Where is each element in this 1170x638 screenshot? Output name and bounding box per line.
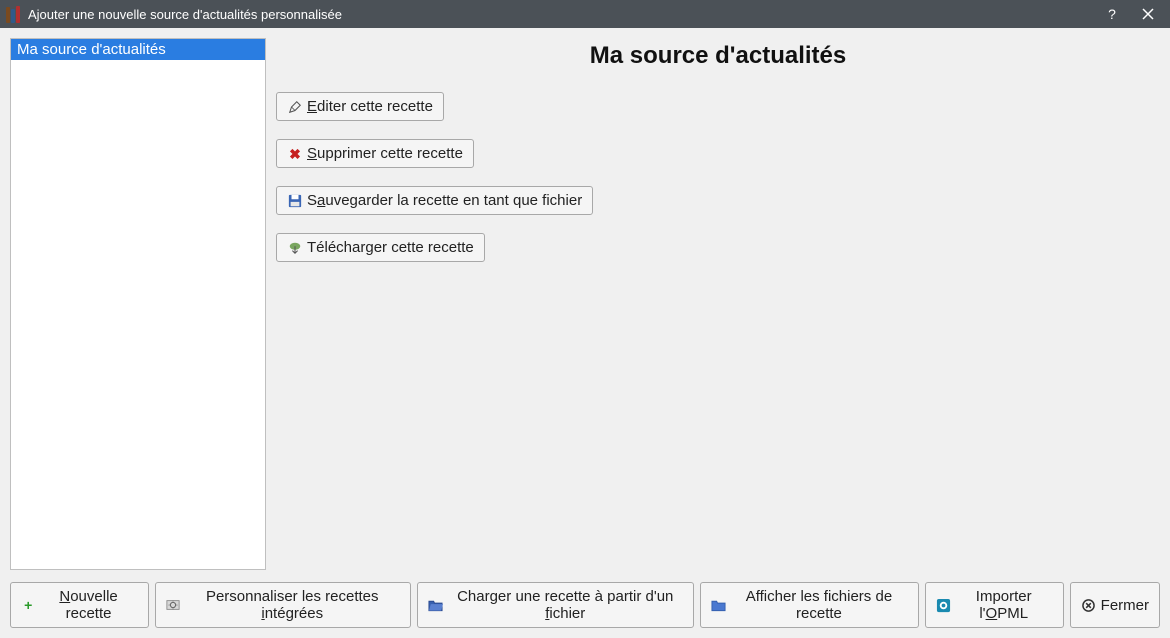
button-label: Charger une recette à partir d'un fichie…: [447, 588, 683, 622]
app-icon: [6, 5, 22, 23]
folder-open-icon: [428, 597, 443, 613]
show-recipe-files-button[interactable]: Afficher les fichiers de recette: [700, 582, 919, 628]
new-recipe-button[interactable]: + Nouvelle recette: [10, 582, 149, 628]
save-icon: [287, 193, 303, 209]
edit-icon: [287, 99, 303, 115]
customize-builtin-button[interactable]: Personnaliser les recettes intégrées: [155, 582, 412, 628]
close-button[interactable]: Fermer: [1070, 582, 1160, 628]
button-label: Nouvelle recette: [39, 588, 137, 622]
recipe-list[interactable]: Ma source d'actualités: [10, 38, 266, 570]
button-label: Importer l'OPML: [955, 588, 1053, 622]
delete-recipe-button[interactable]: ✖ Supprimer cette recette: [276, 139, 474, 168]
button-label: Afficher les fichiers de recette: [730, 588, 908, 622]
load-recipe-file-button[interactable]: Charger une recette à partir d'un fichie…: [417, 582, 694, 628]
download-icon: [287, 240, 303, 256]
plus-icon: +: [21, 597, 35, 613]
close-window-button[interactable]: [1130, 0, 1166, 28]
button-label: Editer cette recette: [307, 98, 433, 115]
help-button[interactable]: ?: [1094, 0, 1130, 28]
details-pane: Ma source d'actualités Editer cette rece…: [276, 38, 1160, 570]
button-label: Sauvegarder la recette en tant que fichi…: [307, 192, 582, 209]
bottom-toolbar: + Nouvelle recette Personnaliser les rec…: [10, 580, 1160, 628]
list-item[interactable]: Ma source d'actualités: [11, 39, 265, 60]
page-title: Ma source d'actualités: [276, 42, 1160, 70]
edit-recipe-button[interactable]: Editer cette recette: [276, 92, 444, 121]
button-label: Télécharger cette recette: [307, 239, 474, 256]
download-recipe-button[interactable]: Télécharger cette recette: [276, 233, 485, 262]
folder-icon: [711, 597, 726, 613]
delete-icon: ✖: [287, 146, 303, 162]
save-recipe-button[interactable]: Sauvegarder la recette en tant que fichi…: [276, 186, 593, 215]
button-label: Supprimer cette recette: [307, 145, 463, 162]
settings-icon: [166, 597, 181, 613]
list-item-label: Ma source d'actualités: [17, 41, 166, 58]
import-opml-button[interactable]: Importer l'OPML: [925, 582, 1064, 628]
close-icon: [1081, 597, 1097, 613]
button-label: Personnaliser les recettes intégrées: [184, 588, 400, 622]
import-icon: [936, 597, 951, 613]
window-title: Ajouter une nouvelle source d'actualités…: [28, 7, 342, 22]
titlebar: Ajouter une nouvelle source d'actualités…: [0, 0, 1170, 28]
button-label: Fermer: [1101, 597, 1149, 614]
